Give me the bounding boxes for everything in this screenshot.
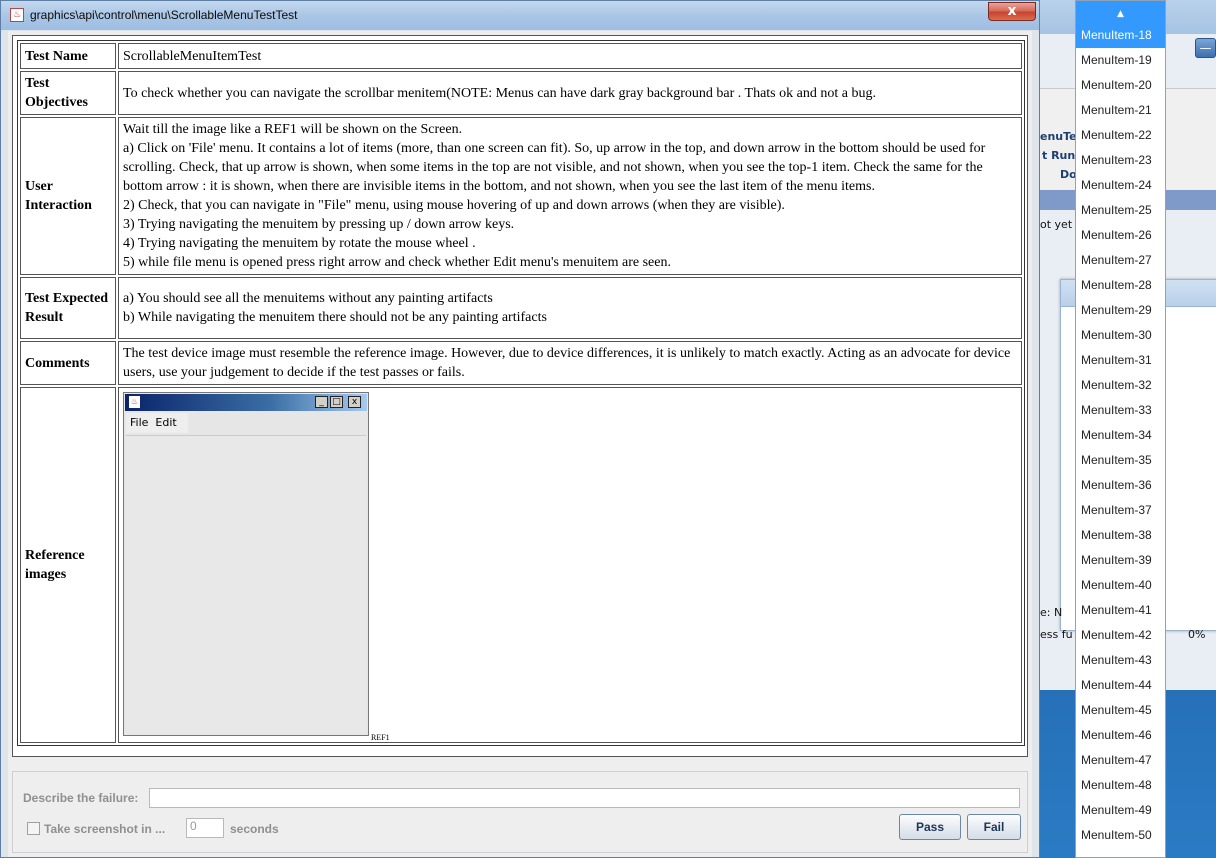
background-text-fragment: ess fu	[1040, 628, 1073, 641]
popup-menu-item[interactable]: MenuItem-33	[1076, 398, 1165, 423]
popup-menu-item[interactable]: MenuItem-41	[1076, 598, 1165, 623]
popup-menu-item[interactable]: MenuItem-27	[1076, 248, 1165, 273]
row-label: Test Objectives	[20, 71, 116, 115]
table-row: Comments The test device image must rese…	[20, 341, 1022, 385]
reference-titlebar: ♨ _ □ x	[125, 394, 367, 411]
popup-menu-item[interactable]: MenuItem-28	[1076, 273, 1165, 298]
test-window: ♨ graphics\api\control\menu\ScrollableMe…	[0, 0, 1040, 858]
background-window-close-button[interactable]: —	[1195, 38, 1216, 58]
row-text: a) You should see all the menuitems with…	[118, 277, 1022, 339]
test-description-panel: Test Name ScrollableMenuItemTest Test Ob…	[12, 35, 1028, 757]
popup-menu-item[interactable]: MenuItem-44	[1076, 673, 1165, 698]
scrollable-popup-menu: ▲ MenuItem-18 MenuItem-19 MenuItem-20 MenuI…	[1075, 0, 1166, 858]
scroll-up-arrow-icon[interactable]: ▲	[1076, 1, 1165, 23]
fail-button[interactable]: Fail	[967, 814, 1021, 840]
row-text: The test device image must resemble the …	[118, 341, 1022, 385]
popup-menu-item[interactable]: MenuItem-31	[1076, 348, 1165, 373]
popup-menu-item[interactable]: MenuItem-40	[1076, 573, 1165, 598]
popup-menu-item[interactable]: MenuItem-23	[1076, 148, 1165, 173]
window-close-button[interactable]: x	[988, 2, 1036, 21]
background-text-fragment: 0%	[1188, 628, 1206, 641]
popup-menu-item[interactable]: MenuItem-29	[1076, 298, 1165, 323]
maximize-icon: □	[330, 396, 343, 408]
popup-menu-item[interactable]: MenuItem-45	[1076, 698, 1165, 723]
popup-menu-item[interactable]: MenuItem-30	[1076, 323, 1165, 348]
popup-menu-item[interactable]: MenuItem-26	[1076, 223, 1165, 248]
popup-menu-item[interactable]: MenuItem-39	[1076, 548, 1165, 573]
row-text: ScrollableMenuItemTest	[118, 43, 1022, 69]
popup-menu-item[interactable]: MenuItem-32	[1076, 373, 1165, 398]
background-text-fragment: enuTe	[1040, 130, 1077, 143]
popup-menu-item[interactable]: MenuItem-25	[1076, 198, 1165, 223]
popup-menu-item[interactable]: MenuItem-48	[1076, 773, 1165, 798]
table-row: Test Objectives To check whether you can…	[20, 71, 1022, 115]
popup-menu-item[interactable]: MenuItem-37	[1076, 498, 1165, 523]
reference-caption: REF1	[371, 733, 390, 742]
minimize-icon: _	[315, 396, 328, 408]
popup-menu-item[interactable]: MenuItem-50	[1076, 823, 1165, 848]
popup-menu-item[interactable]: MenuItem-35	[1076, 448, 1165, 473]
popup-menu-item[interactable]: MenuItem-49	[1076, 798, 1165, 823]
table-row: User Interaction Wait till the image lik…	[20, 117, 1022, 275]
background-text-fragment: e: N	[1040, 606, 1063, 619]
reference-body	[126, 435, 366, 734]
result-panel: Describe the failure: Take screenshot in…	[12, 771, 1028, 853]
background-text-fragment: ot yet	[1040, 218, 1073, 231]
window-client-area: Test Name ScrollableMenuItemTest Test Ob…	[8, 31, 1032, 857]
seconds-label: seconds	[230, 822, 279, 836]
test-info-table: Test Name ScrollableMenuItemTest Test Ob…	[17, 40, 1025, 746]
describe-failure-label: Describe the failure:	[23, 791, 139, 805]
popup-menu-item[interactable]: MenuItem-20	[1076, 73, 1165, 98]
popup-menu-item[interactable]: MenuItem-46	[1076, 723, 1165, 748]
reference-image-cell: ♨ _ □ x File Edit REF1	[118, 387, 1022, 743]
popup-menu-item[interactable]: MenuItem-22	[1076, 123, 1165, 148]
popup-menu-item[interactable]: MenuItem-18	[1076, 23, 1165, 48]
reference-menu-edit: Edit	[155, 416, 177, 429]
table-row: Test Expected Result a) You should see a…	[20, 277, 1022, 339]
window-titlebar[interactable]: ♨ graphics\api\control\menu\ScrollableMe…	[1, 1, 1039, 30]
row-label: Reference images	[20, 387, 116, 743]
take-screenshot-label: Take screenshot in ...	[44, 822, 166, 836]
pass-button[interactable]: Pass	[899, 814, 961, 840]
table-row: Test Name ScrollableMenuItemTest	[20, 43, 1022, 69]
row-text: Wait till the image like a REF1 will be …	[118, 117, 1022, 275]
popup-menu-item[interactable]: MenuItem-34	[1076, 423, 1165, 448]
seconds-input[interactable]: 0	[186, 818, 224, 838]
popup-menu-item[interactable]: MenuItem-38	[1076, 523, 1165, 548]
table-row: Reference images ♨ _ □ x File Edit REF1	[20, 387, 1022, 743]
popup-menu-item[interactable]: MenuItem-43	[1076, 648, 1165, 673]
row-label: Comments	[20, 341, 116, 385]
reference-menu-file: File	[130, 416, 149, 429]
row-label: Test Expected Result	[20, 277, 116, 339]
row-text: To check whether you can navigate the sc…	[118, 71, 1022, 115]
reference-menubar: File Edit	[126, 413, 188, 433]
describe-failure-input[interactable]	[149, 788, 1020, 808]
popup-menu-item[interactable]: MenuItem-21	[1076, 98, 1165, 123]
java-icon: ♨	[129, 396, 140, 408]
window-title: graphics\api\control\menu\ScrollableMenu…	[30, 8, 298, 22]
popup-menu-item[interactable]: MenuItem-36	[1076, 473, 1165, 498]
popup-menu-item[interactable]: MenuItem-47	[1076, 748, 1165, 773]
popup-menu-item[interactable]: MenuItem-42	[1076, 623, 1165, 648]
row-label: Test Name	[20, 43, 116, 69]
row-label: User Interaction	[20, 117, 116, 275]
take-screenshot-checkbox[interactable]	[27, 822, 40, 835]
popup-menu-item[interactable]: MenuItem-19	[1076, 48, 1165, 73]
reference-image: ♨ _ □ x File Edit	[123, 392, 369, 736]
close-icon: x	[348, 396, 361, 408]
java-icon: ♨	[10, 8, 24, 22]
popup-menu-item[interactable]: MenuItem-24	[1076, 173, 1165, 198]
popup-item-list: MenuItem-18 MenuItem-19 MenuItem-20 MenuIte…	[1076, 23, 1165, 848]
